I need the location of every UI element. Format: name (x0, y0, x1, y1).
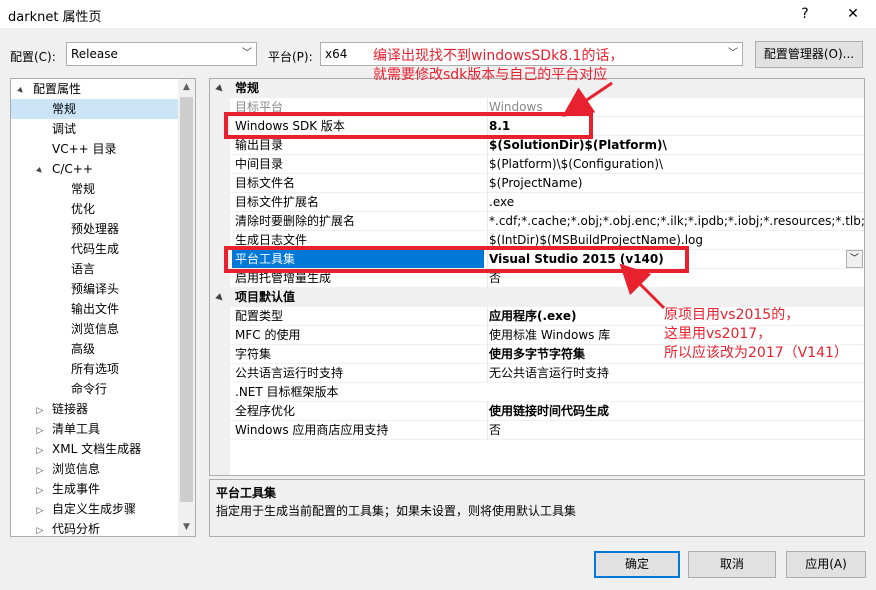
annotation-arrows (562, 81, 666, 310)
annotation-text-bottom-1: 原项目用vs2015的， (664, 307, 800, 323)
annotation-text-top-1: 编译出现找不到windowsSDk8.1的话， (373, 48, 624, 64)
annotation-text-top-2: 就需要修改sdk版本与自己的平台对应 (373, 67, 608, 83)
annotation-text-bottom-3: 所以应该改为2017（V141） (664, 345, 848, 361)
annotation-text-bottom-2: 这里用vs2017， (664, 326, 772, 342)
annotation-arrow-bottom (619, 263, 666, 310)
annotation-arrow-top (562, 81, 613, 117)
